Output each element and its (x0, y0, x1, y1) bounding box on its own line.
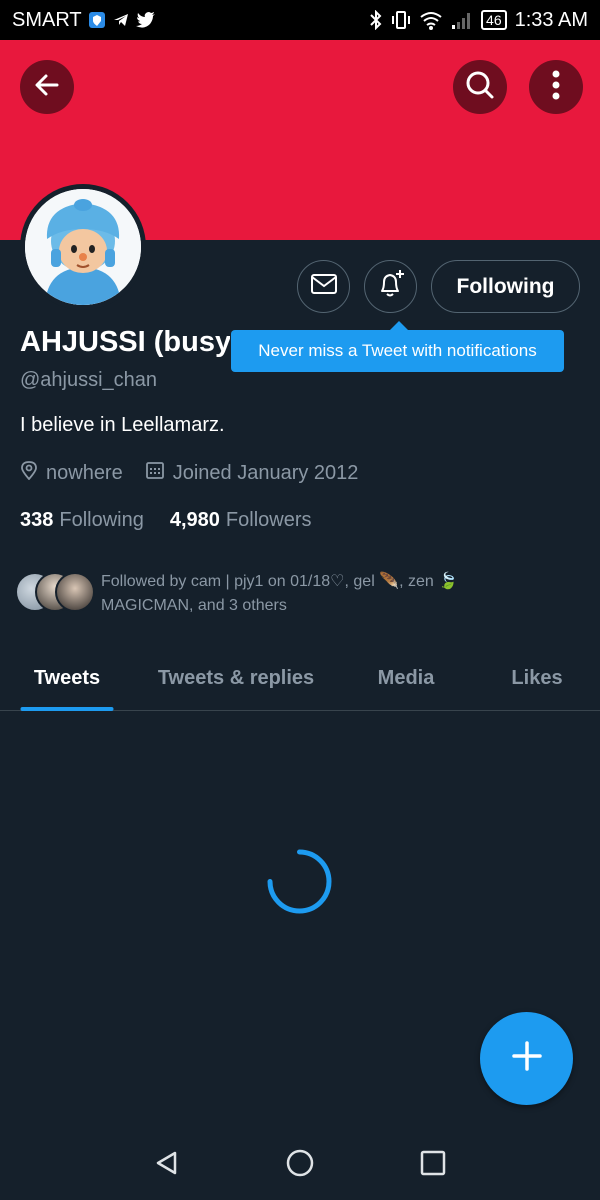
twitter-icon (135, 11, 156, 29)
location-pin-icon (20, 460, 38, 486)
follow-counts: 338 Following 4,980 Followers (20, 509, 338, 532)
following-count: 338 (20, 509, 54, 531)
circle-home-icon (285, 1148, 315, 1183)
clock: 1:33 AM (514, 8, 588, 31)
profile-joined: Joined January 2012 (172, 461, 359, 484)
tab-label: Tweets & replies (157, 666, 315, 689)
tooltip-arrow (390, 321, 408, 330)
signal-icon (451, 10, 473, 30)
search-icon (464, 69, 496, 106)
vibrate-icon (391, 10, 411, 30)
notification-tooltip: Never miss a Tweet with notifications (231, 330, 564, 372)
nav-back-button[interactable] (147, 1145, 187, 1185)
wifi-icon (419, 10, 443, 30)
telegram-icon (112, 11, 130, 29)
compose-tweet-button[interactable] (480, 1012, 573, 1105)
tab-tweets-replies[interactable]: Tweets & replies (134, 645, 338, 711)
envelope-icon (310, 273, 338, 300)
battery-icon: 46 (481, 10, 507, 30)
back-button[interactable] (20, 60, 74, 114)
followed-by-section[interactable]: Followed by cam | pjy1 on 01/18♡, gel 🪶,… (15, 570, 521, 618)
bluetooth-icon (369, 10, 383, 30)
followers-count: 4,980 (169, 509, 220, 531)
loading-spinner-icon (266, 848, 333, 915)
profile-location: nowhere (46, 461, 123, 484)
followed-by-text: Followed by cam | pjy1 on 01/18♡, gel 🪶,… (101, 573, 459, 614)
tab-label: Tweets (33, 666, 101, 689)
avatar[interactable] (20, 184, 146, 310)
more-vertical-icon (552, 70, 560, 105)
followed-by-avatars (15, 570, 99, 614)
following-button[interactable]: Following (431, 260, 580, 313)
profile-bio: I believe in Leellamarz. (20, 414, 225, 436)
display-name: AHJUSSI (busy (20, 326, 230, 358)
arrow-left-icon (33, 71, 61, 104)
triangle-back-icon (153, 1149, 181, 1182)
search-button[interactable] (453, 60, 507, 114)
notify-button[interactable] (364, 260, 417, 313)
profile-handle: @ahjussi_chan (20, 369, 158, 391)
tab-label: Likes (511, 666, 563, 689)
pocoyo-avatar-image (25, 189, 141, 305)
system-nav-bar (0, 1130, 600, 1200)
profile-tabs: Tweets Tweets & replies Media Likes (0, 645, 600, 711)
status-bar: SMART 46 1:33 AM (0, 0, 600, 40)
carrier-label: SMART (12, 8, 82, 31)
following-label: Following (59, 509, 144, 531)
nav-recents-button[interactable] (413, 1145, 453, 1185)
followers-count-link[interactable]: 4,980 Followers (170, 509, 312, 532)
profile-meta: nowhere Joined January 2012 (20, 460, 380, 486)
following-count-link[interactable]: 338 Following (20, 509, 144, 532)
tab-tweets[interactable]: Tweets (0, 645, 134, 711)
tab-likes[interactable]: Likes (474, 645, 600, 711)
shield-icon (88, 11, 106, 29)
active-tab-indicator (20, 707, 114, 711)
calendar-icon (145, 460, 165, 486)
tab-media[interactable]: Media (338, 645, 474, 711)
message-button[interactable] (297, 260, 350, 313)
nav-home-button[interactable] (280, 1145, 320, 1185)
tab-label: Media (377, 666, 435, 689)
follower-avatar (55, 572, 95, 612)
plus-icon (510, 1039, 544, 1078)
square-recents-icon (419, 1149, 447, 1182)
bell-plus-icon (375, 268, 407, 305)
more-button[interactable] (529, 60, 583, 114)
followers-label: Followers (225, 509, 312, 531)
